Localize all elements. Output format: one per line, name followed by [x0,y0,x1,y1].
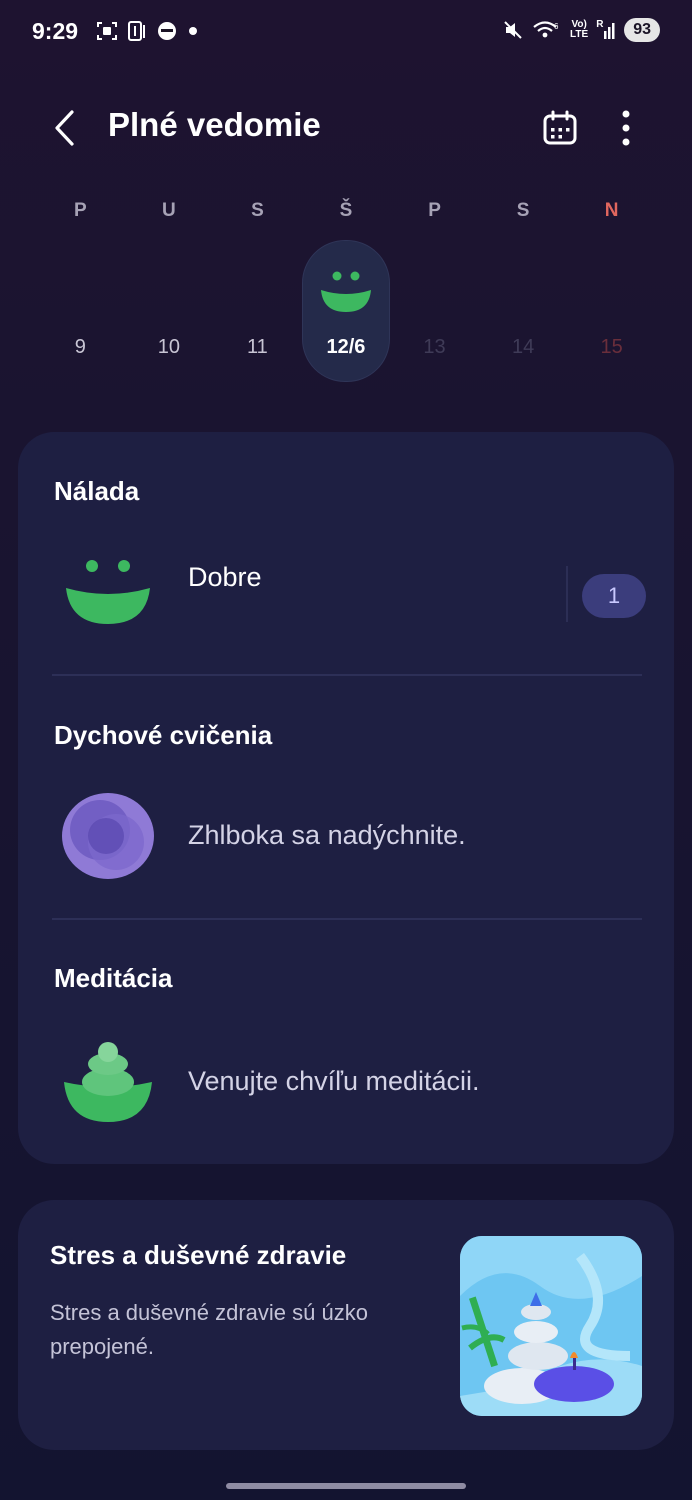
home-indicator[interactable] [226,1483,466,1489]
page-title: Plné vedomie [108,106,321,143]
app-header: Plné vedomie [0,96,692,160]
day-15: 15 [600,336,623,358]
day-10[interactable]: 10 [125,336,214,359]
screenshot-icon [97,22,117,40]
volte-lte-indicator: Vo) LTE [570,20,588,40]
status-time: 9:29 [32,18,79,44]
battery-level: 93 [624,18,660,42]
more-options-icon[interactable] [612,106,640,150]
mood-face-icon [66,560,150,624]
count-divider [566,566,568,622]
sim-card-icon [128,21,145,41]
day-12-selected[interactable]: 12/6 [302,336,391,359]
signal-icon [604,23,615,39]
promo-body: Stres a duševné zdravie sú úzko prepojen… [50,1300,368,1359]
week-day-labels: P U S Š P S N [36,200,656,222]
day-9[interactable]: 9 [36,336,125,359]
promo-title: Stres a duševné zdravie [50,1240,347,1270]
status-bar: 9:29 6 Vo) LTE R 93 [0,0,692,66]
weekday-label-tue: U [161,200,176,221]
happy-face-icon [321,271,371,312]
weekday-label-thu: Š [339,200,353,221]
day-13: 13 [423,336,446,358]
lte-label: LTE [570,29,589,40]
week-day-numbers: 9 10 11 12/6 13 14 15 [36,336,656,359]
mood-count-badge[interactable]: 1 [582,574,646,618]
wifi-icon: 6 [533,21,559,38]
zen-stones-illustration [460,1236,642,1416]
mute-icon [504,21,522,39]
section-divider-2 [52,918,642,920]
mood-value: Dobre [188,562,262,592]
weekday-label-sat: S [516,200,530,221]
mood-title: Nálada [54,476,140,506]
meditation-stones-icon [64,1042,152,1122]
breathing-text: Zhlboka sa nadýchnite. [188,820,466,850]
breathing-title: Dychové cvičenia [54,720,273,750]
day-11[interactable]: 11 [213,336,302,359]
calendar-icon[interactable] [540,108,580,148]
more-notifications-dot-icon [189,27,197,35]
meditation-text: Venujte chvíľu meditácii. [188,1066,480,1096]
status-left-icons [96,20,200,42]
weekday-label-mon: P [73,200,87,221]
app-notification-icon [158,22,176,40]
meditation-title: Meditácia [54,963,173,993]
weekday-label-wed: S [251,200,264,221]
back-icon[interactable] [48,108,82,148]
weekday-label-fri: P [428,200,441,221]
weekday-label-sun: N [604,200,619,221]
status-right-icons: 6 Vo) LTE R 93 [502,18,660,42]
svg-text:6: 6 [554,22,559,31]
day-14: 14 [511,336,535,358]
signal-indicator: R [596,19,616,41]
section-divider-1 [52,674,642,676]
breathing-circles-icon [62,793,154,879]
